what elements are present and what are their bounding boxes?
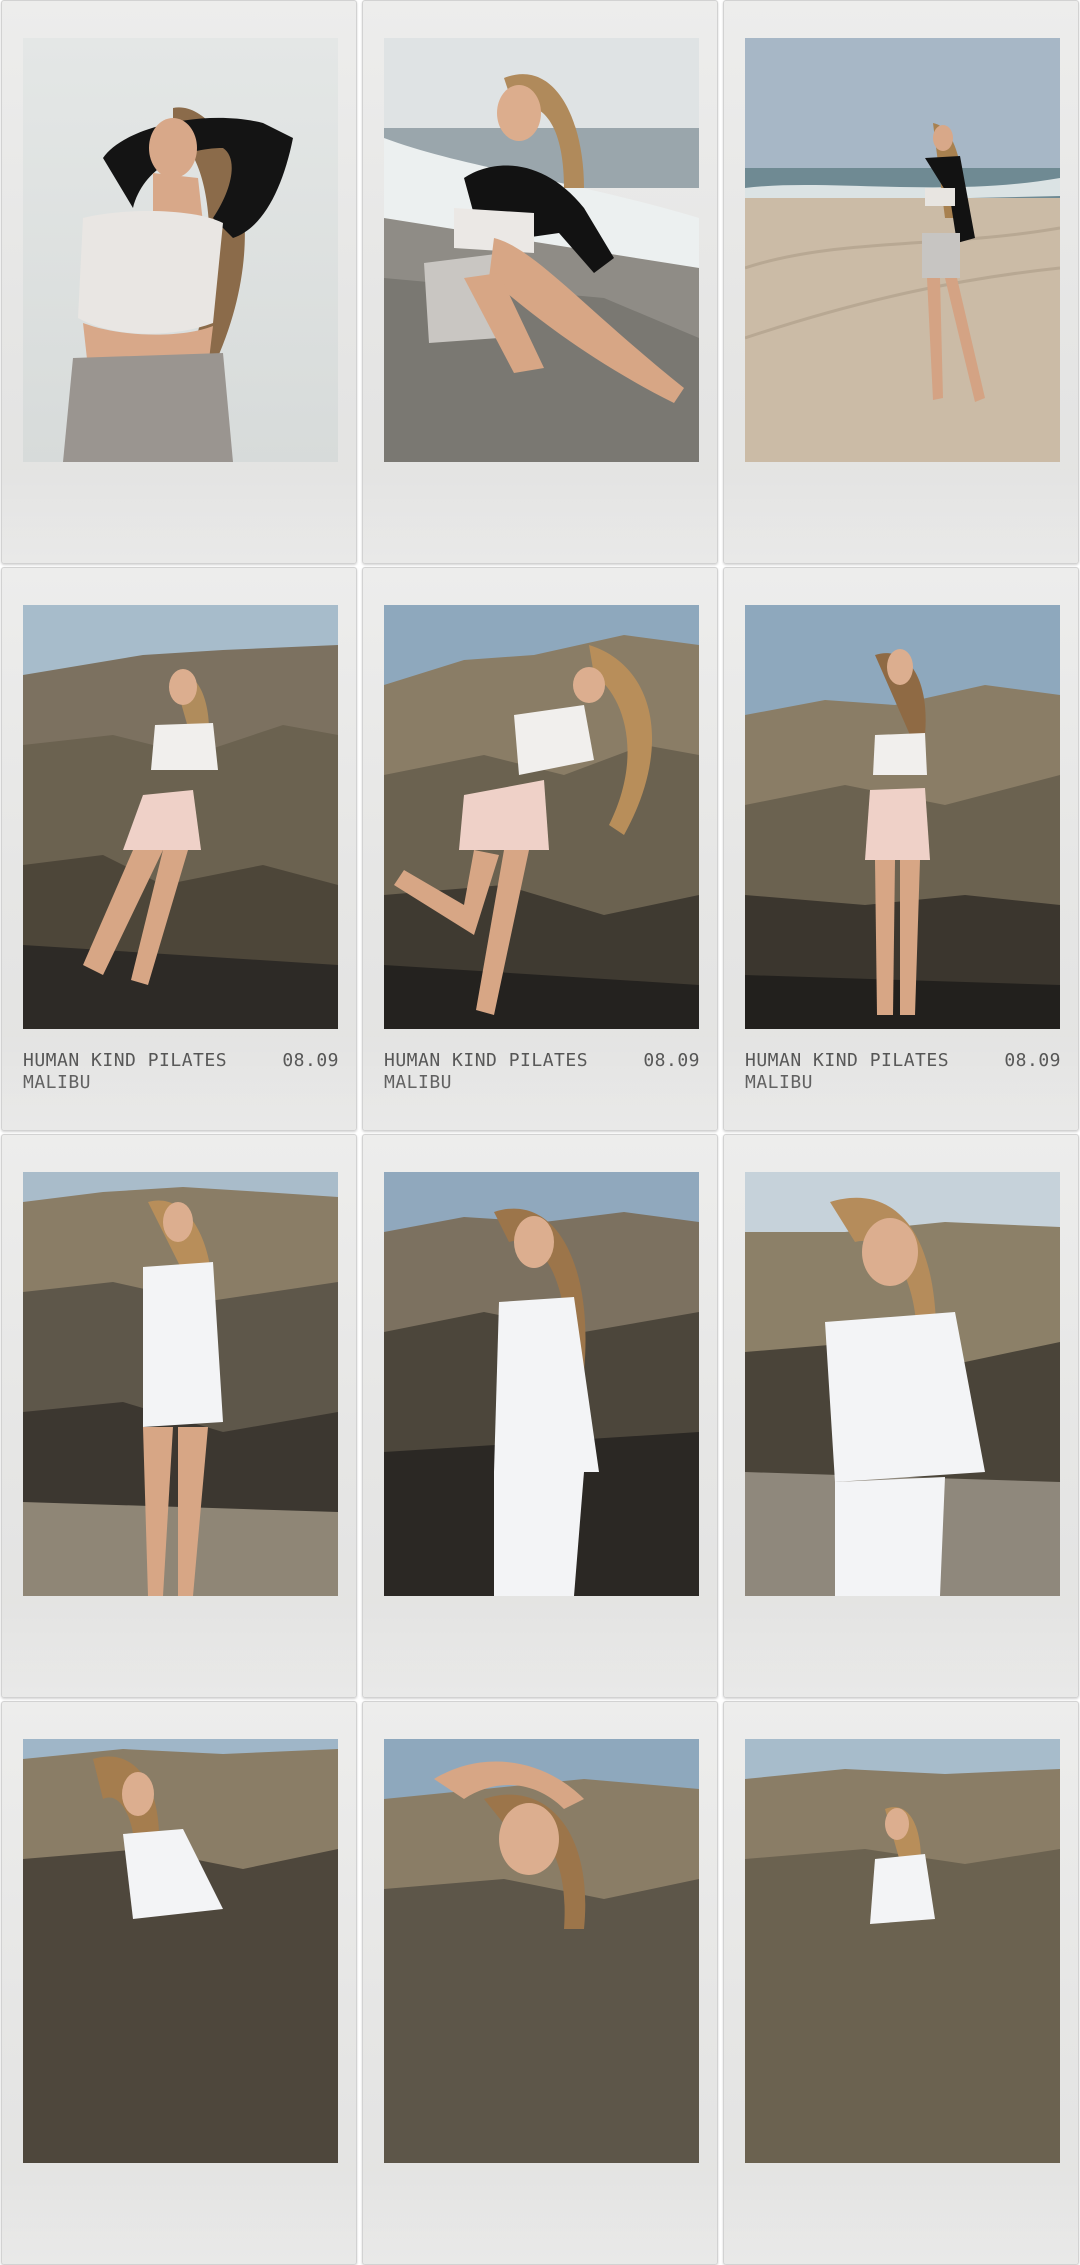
photo-rocks-white-portrait	[745, 1172, 1060, 1596]
photo-ocean-rock	[384, 38, 699, 462]
caption-location: HUMAN KIND PILATES MALIBU	[23, 1050, 228, 1093]
polaroid-card[interactable]	[723, 1701, 1079, 2265]
polaroid-card[interactable]	[362, 1134, 718, 1698]
polaroid-card[interactable]	[362, 0, 718, 564]
caption-date: 08.09	[643, 1050, 700, 1071]
photo-rocks-pink-arched	[384, 605, 699, 1029]
photo-fog-pose	[23, 38, 338, 462]
photo-rocks-distant	[745, 1739, 1060, 2163]
photo-rocks-white-side	[23, 1739, 338, 2163]
photo-rocks-pink-standing	[745, 605, 1060, 1029]
caption-date: 08.09	[282, 1050, 339, 1071]
polaroid-card[interactable]: HUMAN KIND PILATES MALIBU 08.09	[362, 567, 718, 1131]
caption: HUMAN KIND PILATES MALIBU 08.09	[384, 1050, 700, 1094]
photo-rocks-arm-raised	[384, 1739, 699, 2163]
polaroid-card[interactable]	[362, 1701, 718, 2265]
caption-location: HUMAN KIND PILATES MALIBU	[384, 1050, 589, 1093]
photo-rocks-white-over-shoulder	[384, 1172, 699, 1596]
polaroid-grid: HUMAN KIND PILATES MALIBU 08.09 HUMAN KI…	[0, 0, 1080, 2265]
polaroid-card[interactable]	[723, 1134, 1079, 1698]
photo-rocks-pink	[23, 605, 338, 1029]
photo-rocks-white	[23, 1172, 338, 1596]
polaroid-card[interactable]: HUMAN KIND PILATES MALIBU 08.09	[723, 567, 1079, 1131]
caption-date: 08.09	[1004, 1050, 1061, 1071]
polaroid-card[interactable]	[1, 1134, 357, 1698]
caption: HUMAN KIND PILATES MALIBU 08.09	[23, 1050, 339, 1094]
photo-beach	[745, 38, 1060, 462]
caption-location: HUMAN KIND PILATES MALIBU	[745, 1050, 950, 1093]
polaroid-card[interactable]	[723, 0, 1079, 564]
polaroid-card[interactable]	[1, 0, 357, 564]
polaroid-card[interactable]: HUMAN KIND PILATES MALIBU 08.09	[1, 567, 357, 1131]
polaroid-card[interactable]	[1, 1701, 357, 2265]
caption: HUMAN KIND PILATES MALIBU 08.09	[745, 1050, 1061, 1094]
